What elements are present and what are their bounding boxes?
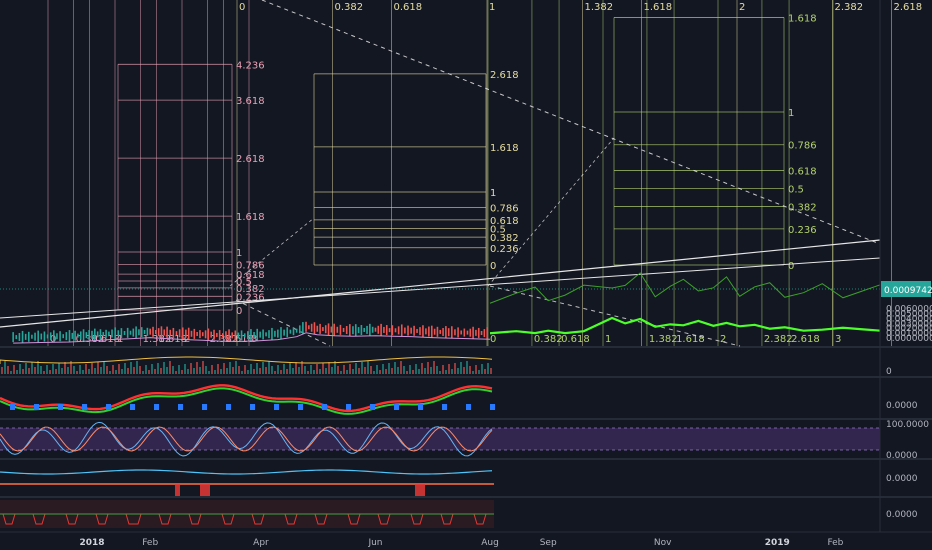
fib-time-zone-label: 1 bbox=[489, 2, 495, 13]
macd-histogram-bar bbox=[154, 404, 159, 410]
time-axis-label: Apr bbox=[253, 538, 269, 548]
pane-axis-label: 0 bbox=[886, 367, 892, 377]
macd-histogram-bar bbox=[490, 404, 495, 410]
fib-retracement-label: 0 bbox=[490, 261, 496, 272]
fib-retracement-label: 0.786 bbox=[788, 141, 817, 152]
pane-axis-label: 0.0000 bbox=[886, 510, 918, 520]
fib-time-zone-label: 0.382 bbox=[534, 334, 563, 345]
fib-retracement-label: 0.236 bbox=[788, 225, 817, 236]
fib-retracement-label: 4.236 bbox=[236, 60, 265, 71]
macd-histogram-bar bbox=[442, 404, 447, 410]
price-axis[interactable]: 0.00600000.00500000.00400000.00300000.00… bbox=[881, 281, 932, 344]
fib-retracement-label: 1 bbox=[236, 248, 242, 259]
fib-time-zone-label: 0.618 bbox=[394, 2, 423, 13]
fib-time-zone-label: 1.382 bbox=[585, 2, 614, 13]
fib-retracement-label: 0.382 bbox=[788, 203, 817, 214]
fib-time-zone-label: 2.618 bbox=[791, 334, 820, 345]
fib-time-zone-label: 2.382 bbox=[764, 334, 793, 345]
time-axis-label: 2018 bbox=[79, 538, 104, 548]
macd-histogram-bar bbox=[58, 404, 63, 410]
fib-time-zone-label: 0 bbox=[239, 2, 245, 13]
fib-retracement-label: 0 bbox=[788, 261, 794, 272]
oscillator-spike bbox=[205, 484, 210, 496]
macd-histogram-bar bbox=[418, 404, 423, 410]
fib-time-zone-label: 0.618 bbox=[561, 334, 590, 345]
macd-histogram-bar bbox=[250, 404, 255, 410]
fib-time-zone-label: 2.382 bbox=[835, 2, 864, 13]
fib-retracement-label: 1 bbox=[788, 108, 794, 119]
fib-retracement-label: 2.618 bbox=[236, 154, 265, 165]
fib-retracement-label: 3.618 bbox=[236, 96, 265, 107]
macd-histogram-bar bbox=[130, 404, 135, 410]
price-chart[interactable]: 00.3820.61811.3821.61822.3822.618300.382… bbox=[0, 0, 932, 550]
fib-retracement-label: 0.618 bbox=[236, 270, 265, 281]
oscillator-spike bbox=[415, 484, 420, 496]
rsi-band bbox=[0, 428, 880, 450]
fib-time-zone-label: 1.618 bbox=[644, 2, 673, 13]
fib-time-zone-label: 0.382 bbox=[335, 2, 364, 13]
time-axis-label: Feb bbox=[142, 538, 158, 548]
macd-histogram-bar bbox=[298, 404, 303, 410]
fib-retracement-label: 0.5 bbox=[788, 185, 804, 196]
pane-axis-label: 100.0000 bbox=[886, 420, 929, 430]
fib-time-zone-label: 1.382 bbox=[649, 334, 678, 345]
oscillator-spike bbox=[175, 484, 180, 496]
fib-time-zone-label: 0 bbox=[490, 334, 496, 345]
macd-histogram-bar bbox=[106, 404, 111, 410]
fib-time-zone-label: 3 bbox=[835, 334, 841, 345]
macd-histogram-bar bbox=[34, 404, 39, 410]
macd-histogram-bar bbox=[346, 404, 351, 410]
macd-histogram-bar bbox=[82, 404, 87, 410]
fib-retracement-label: 1.618 bbox=[236, 212, 265, 223]
fib-time-zone-label: 2 bbox=[720, 334, 726, 345]
macd-histogram-bar bbox=[466, 404, 471, 410]
time-axis-label: Sep bbox=[540, 538, 557, 548]
macd-histogram-bar bbox=[274, 404, 279, 410]
fib-retracement-label: 1 bbox=[490, 188, 496, 199]
macd-histogram-bar bbox=[226, 404, 231, 410]
macd-histogram-bar bbox=[202, 404, 207, 410]
time-axis-label: 2019 bbox=[765, 538, 790, 548]
macd-histogram-bar bbox=[10, 404, 15, 410]
oscillator-spike bbox=[200, 484, 205, 496]
fib-time-zone-label: 2 bbox=[739, 2, 745, 13]
fib-retracement-label: 0.236 bbox=[490, 244, 519, 255]
oscillator-spike bbox=[420, 484, 425, 496]
macd-histogram-bar bbox=[370, 404, 375, 410]
time-axis-label: Aug bbox=[481, 538, 499, 548]
fib-retracement-label: 0 bbox=[236, 306, 242, 317]
fib-retracement-label: 0.618 bbox=[490, 216, 519, 227]
fib-retracement-label: 0.786 bbox=[490, 204, 519, 215]
macd-histogram-bar bbox=[394, 404, 399, 410]
chart-background bbox=[0, 0, 932, 550]
macd-histogram-bar bbox=[178, 404, 183, 410]
fib-retracement-label: 1.618 bbox=[490, 143, 519, 154]
fib-retracement-label: 0.618 bbox=[788, 166, 817, 177]
fib-retracement-label: 2.618 bbox=[490, 70, 519, 81]
macd-histogram-bar bbox=[322, 404, 327, 410]
fib-time-zone-label: 2.618 bbox=[894, 2, 923, 13]
fib-time-zone-label: 1 bbox=[605, 334, 611, 345]
pane-axis-label: 0.0000 bbox=[886, 401, 918, 411]
time-axis-label: Feb bbox=[827, 538, 843, 548]
fib-retracement-label: 1.618 bbox=[788, 13, 817, 24]
time-axis-label: Nov bbox=[654, 538, 672, 548]
price-axis-tick: 0.0000000 bbox=[886, 334, 932, 344]
fib-time-zone-label: 1.618 bbox=[676, 334, 705, 345]
current-price-label: 0.0009742 bbox=[884, 286, 932, 296]
time-axis-label: Jun bbox=[367, 538, 382, 548]
pane-axis-label: 0.0000 bbox=[886, 474, 918, 484]
